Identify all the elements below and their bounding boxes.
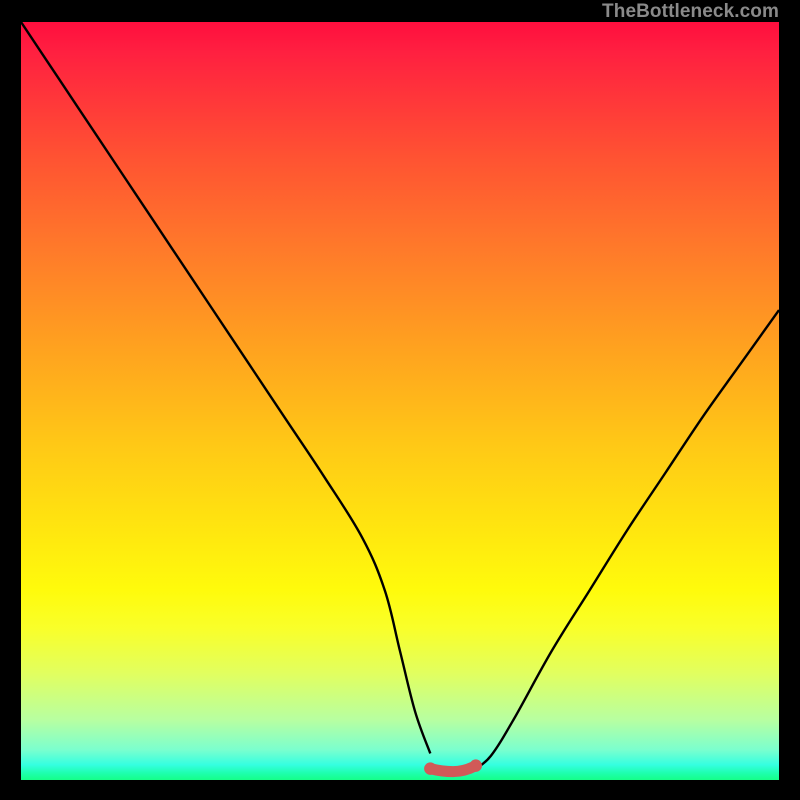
watermark-text: TheBottleneck.com bbox=[602, 1, 779, 23]
chart-gradient-background bbox=[21, 22, 779, 780]
chart-container bbox=[21, 22, 779, 780]
